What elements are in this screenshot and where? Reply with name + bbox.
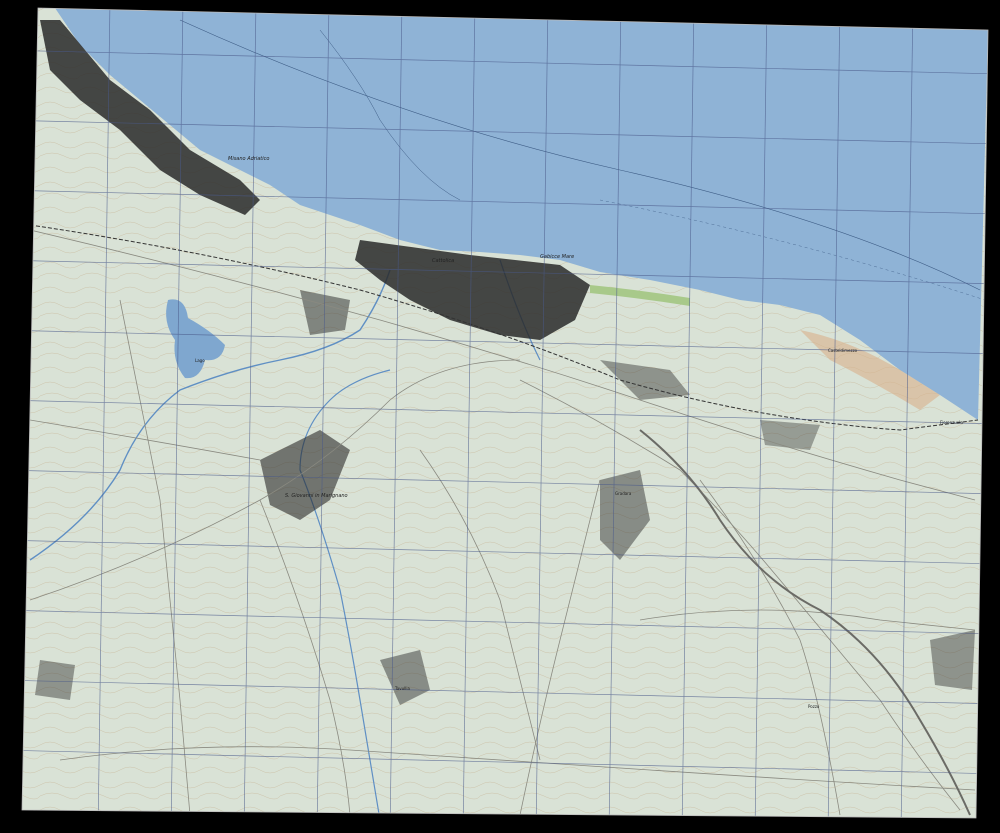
label-city-port: Gabicce Mare — [540, 254, 574, 260]
label-village-mid: Gradara — [615, 491, 632, 496]
label-lake: Lago — [195, 358, 205, 363]
label-city-main: Cattolica — [432, 258, 454, 264]
label-town-east: Fiorenzuola — [940, 420, 963, 425]
label-town-inland: S. Giovanni in Marignano — [285, 493, 348, 499]
label-town-west: Misano Adriatico — [228, 156, 269, 162]
topographic-map: Cattolica Gabicce Mare Misano Adriatico … — [0, 0, 1000, 833]
label-village-southeast: Pozzo — [808, 704, 820, 709]
label-headland: Casteldimezzo — [828, 348, 858, 353]
label-village-south: Tavullia — [394, 686, 410, 691]
